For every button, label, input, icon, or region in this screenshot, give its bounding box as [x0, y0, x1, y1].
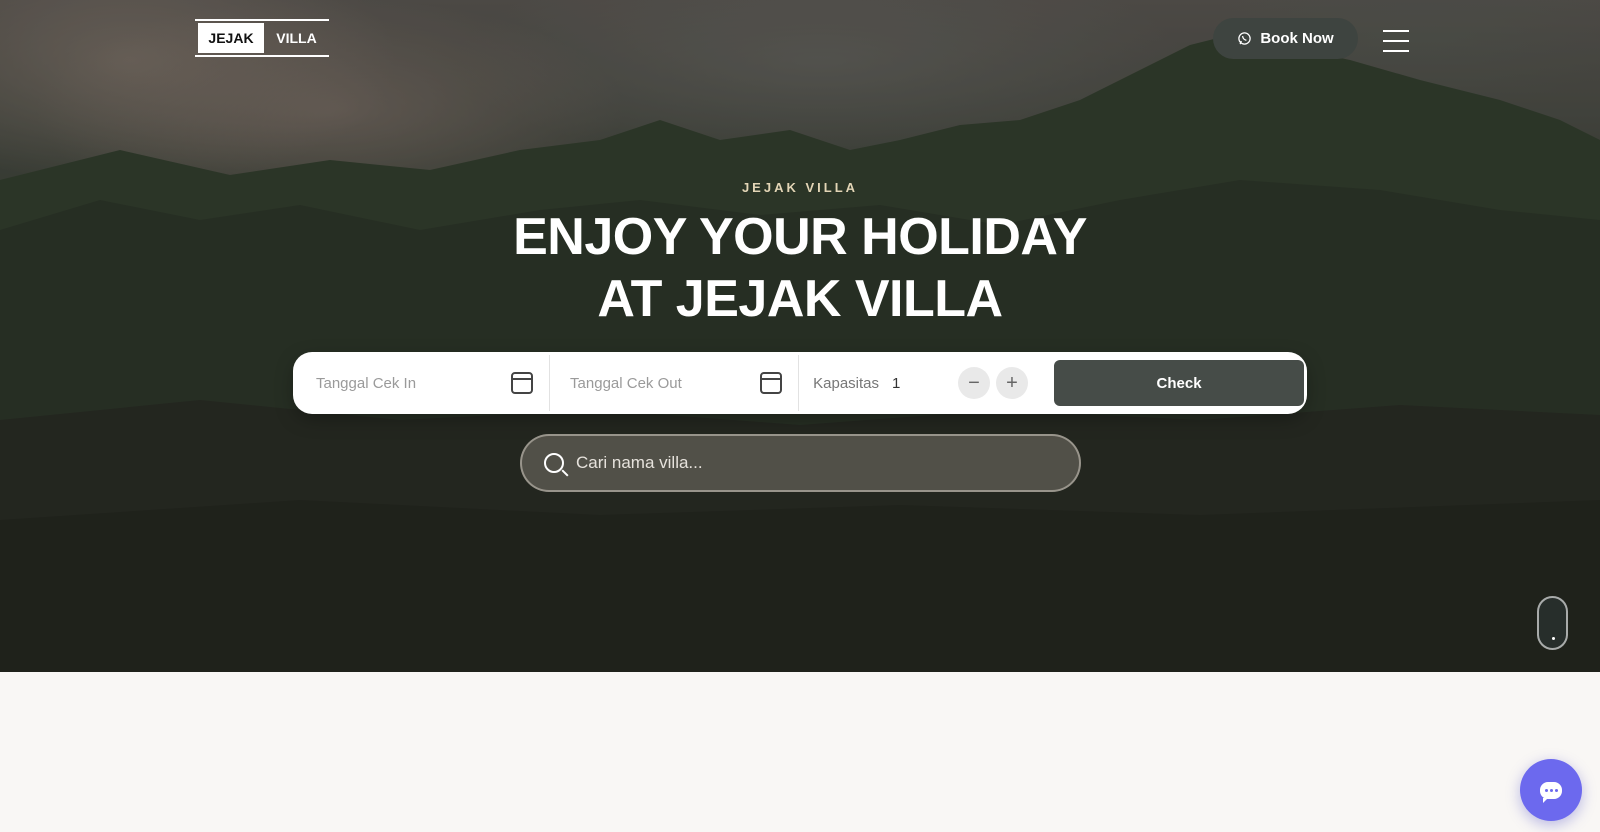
checkout-placeholder: Tanggal Cek Out: [570, 374, 682, 392]
checkout-field[interactable]: Tanggal Cek Out: [550, 355, 800, 411]
hero-title: ENJOY YOUR HOLIDAY AT JEJAK VILLA: [0, 206, 1600, 330]
hero-title-line2: AT JEJAK VILLA: [597, 270, 1003, 328]
scroll-indicator-icon[interactable]: [1537, 596, 1568, 650]
calendar-icon[interactable]: [760, 372, 783, 394]
chat-button[interactable]: [1520, 759, 1582, 821]
hero-section: JEJAK VILLA Book Now JEJAK VILLA ENJOY Y…: [0, 0, 1600, 672]
calendar-icon[interactable]: [511, 372, 534, 394]
search-input[interactable]: Cari nama villa...: [520, 434, 1081, 492]
logo-villa: VILLA: [276, 30, 317, 46]
hamburger-icon[interactable]: [1383, 30, 1409, 52]
decrement-button[interactable]: −: [958, 367, 990, 399]
capacity-stepper: Kapasitas 1 − +: [799, 355, 1049, 411]
whatsapp-icon: [1238, 32, 1252, 45]
check-button[interactable]: Check: [1054, 360, 1304, 406]
search-placeholder: Cari nama villa...: [576, 453, 703, 472]
checkin-field[interactable]: Tanggal Cek In: [296, 355, 551, 411]
logo[interactable]: JEJAK VILLA: [195, 19, 329, 57]
logo-jejak: JEJAK: [198, 23, 264, 53]
hero-overlay: [0, 0, 1600, 672]
capacity-value[interactable]: 1: [892, 375, 952, 392]
chat-icon: [1540, 781, 1562, 803]
booking-bar: Tanggal Cek In Tanggal Cek Out Kapasitas…: [296, 355, 1304, 411]
capacity-label: Kapasitas: [813, 374, 879, 392]
book-now-label: Book Now: [1260, 30, 1334, 47]
checkin-placeholder: Tanggal Cek In: [316, 374, 417, 392]
search-icon: [544, 453, 564, 473]
hero-eyebrow: JEJAK VILLA: [741, 180, 859, 195]
book-now-button[interactable]: Book Now: [1213, 18, 1358, 59]
increment-button[interactable]: +: [996, 367, 1028, 399]
hero-title-line1: ENJOY YOUR HOLIDAY: [513, 208, 1087, 266]
